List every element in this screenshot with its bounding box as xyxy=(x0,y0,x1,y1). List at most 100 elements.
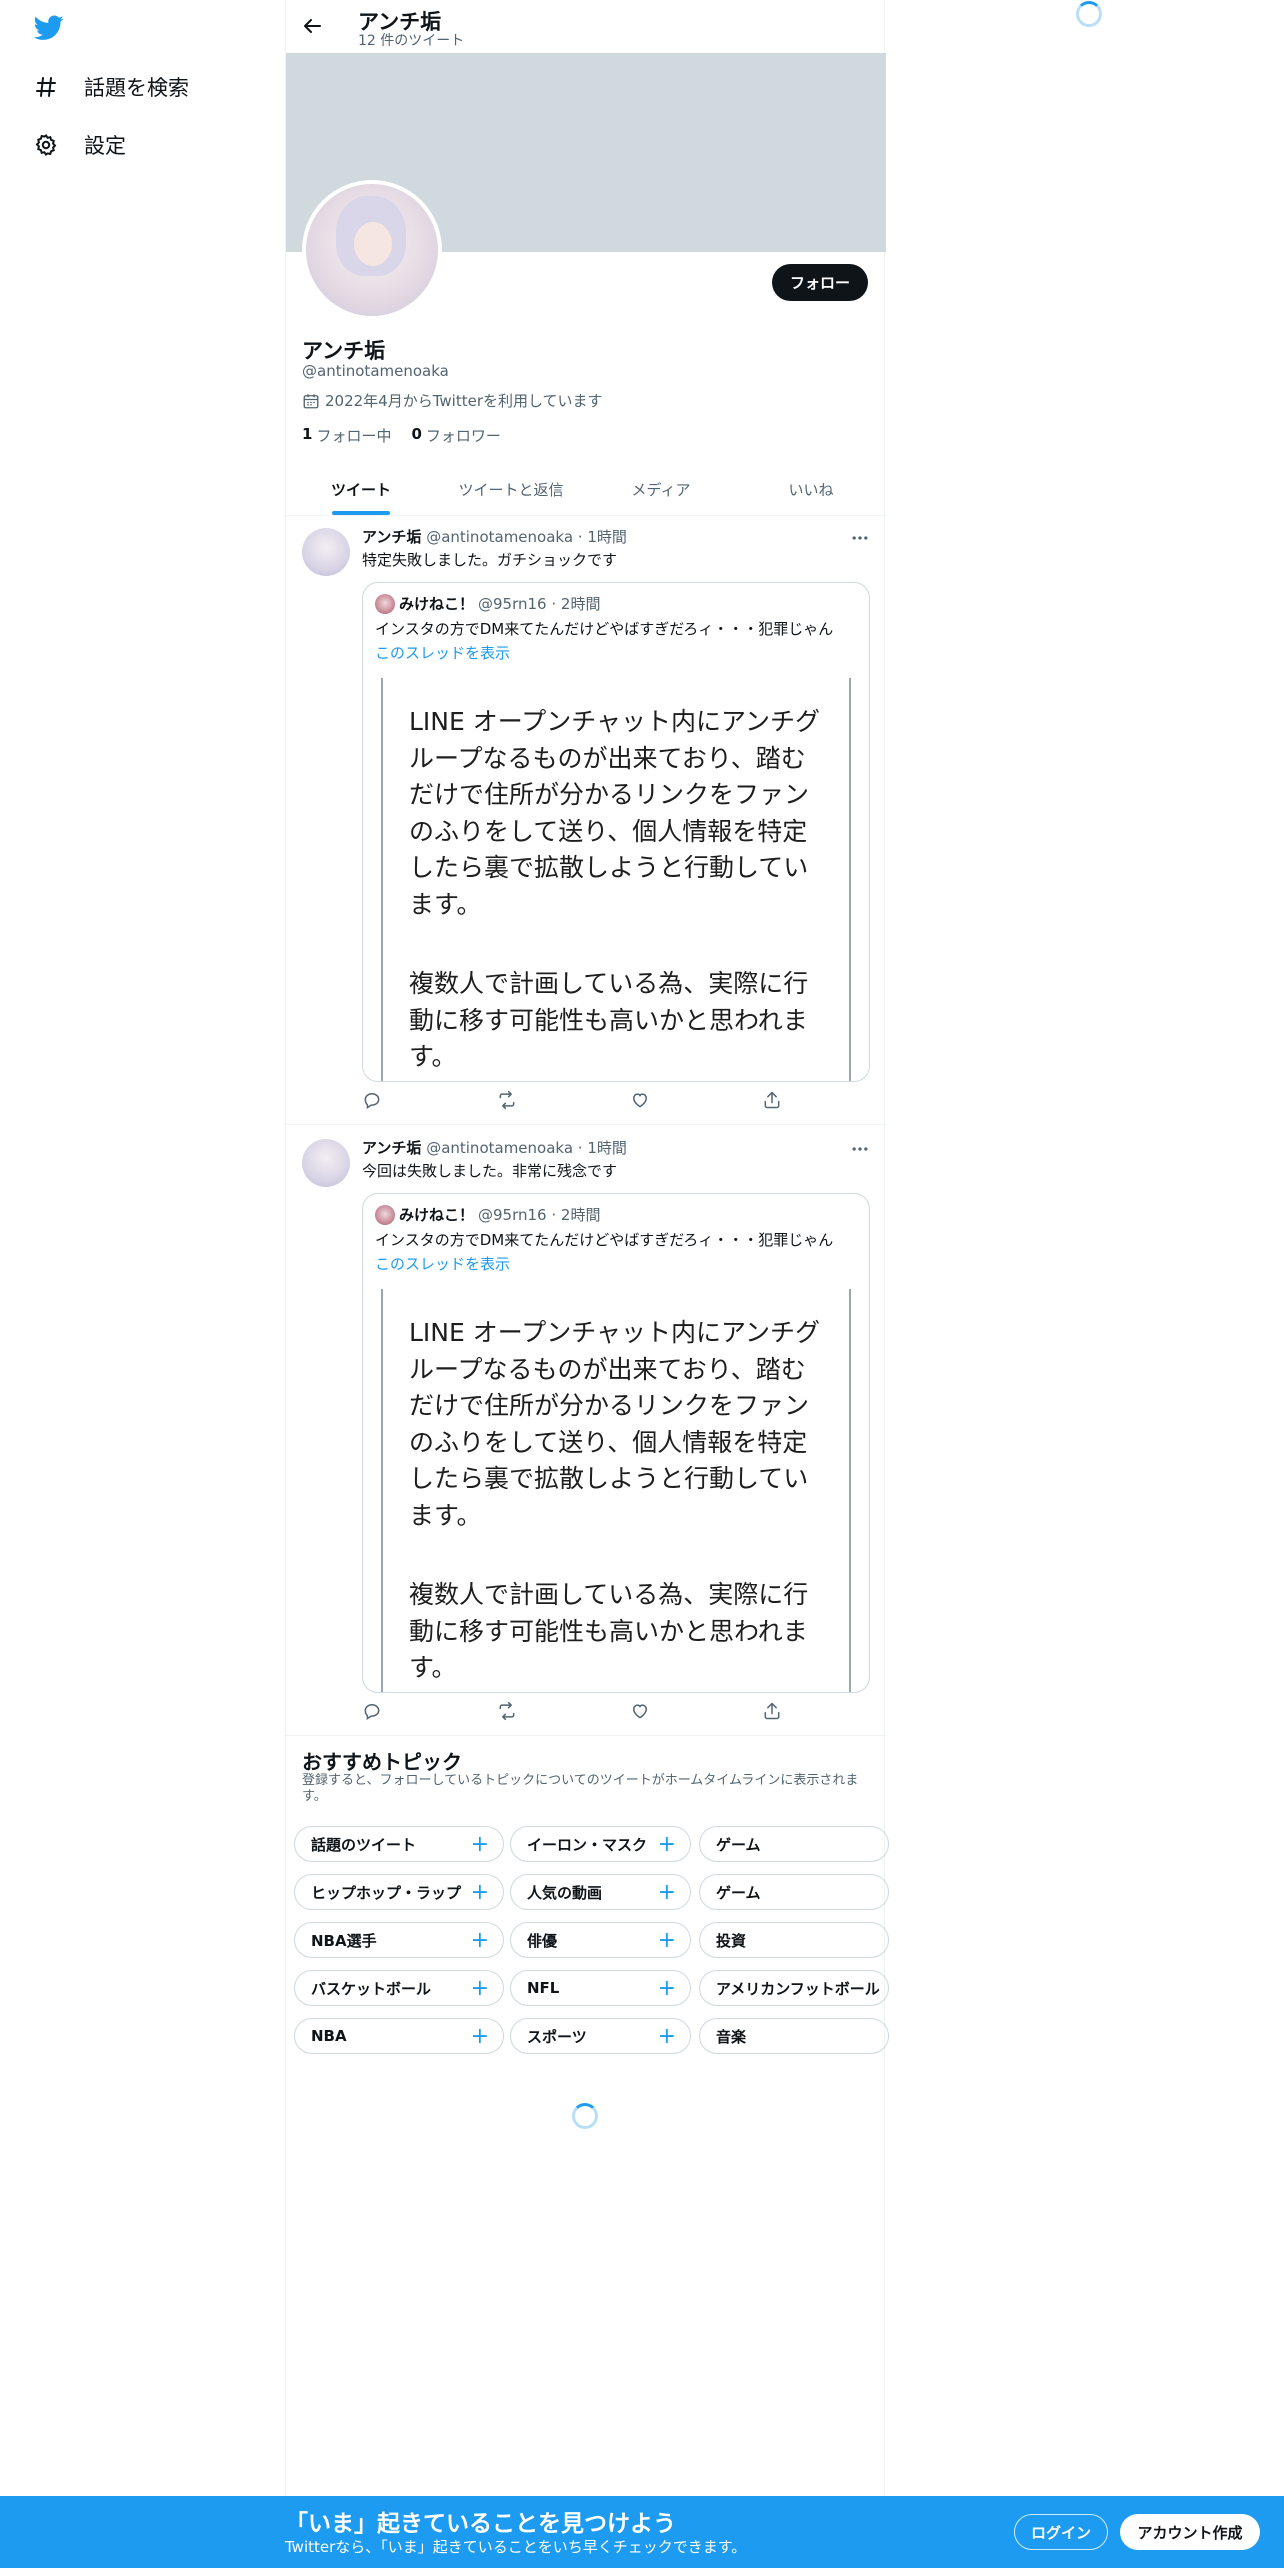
quoted-author-name: みけねこ！ xyxy=(399,1206,475,1224)
profile-tabs: ツイート ツイートと返信 メディア いいね xyxy=(286,463,886,516)
tweet[interactable]: アンチ垢 @antinotamenoaka · 1時間 今回は失敗しました。非常… xyxy=(286,1127,886,1736)
following-link[interactable]: 1 フォロー中 xyxy=(302,425,391,446)
following-label: フォロー中 xyxy=(316,427,392,445)
plus-icon[interactable]: + xyxy=(658,1832,676,1857)
tweet-author-name[interactable]: アンチ垢 xyxy=(362,1139,421,1157)
quoted-tweet-header: みけねこ！ @95rn16 · 2時間 xyxy=(375,1204,600,1225)
quoted-media-image[interactable]: LINE オープンチャット内にアンチグループなるものが出来ており、踏むだけで住所… xyxy=(381,678,851,1081)
following-count: 1 xyxy=(302,425,313,443)
topic-chip[interactable]: NBA選手 + xyxy=(294,1922,504,1958)
plus-icon[interactable]: + xyxy=(658,1880,676,1905)
tweet-count: 12 件のツイート xyxy=(358,33,465,49)
show-thread-link[interactable]: このスレッドを表示 xyxy=(375,642,510,663)
follow-button[interactable]: フォロー xyxy=(771,264,868,301)
topic-chip[interactable]: ゲーム xyxy=(699,1826,889,1862)
quoted-tweet-header: みけねこ！ @95rn16 · 2時間 xyxy=(375,593,600,614)
topic-chip[interactable]: ゲーム xyxy=(699,1874,889,1910)
profile-avatar[interactable] xyxy=(302,180,442,320)
tab-likes[interactable]: いいね xyxy=(736,463,886,515)
quoted-tweet[interactable]: みけねこ！ @95rn16 · 2時間 インスタの方でDM来てたんだけどやばすぎ… xyxy=(362,1193,870,1693)
profile-handle: @antinotamenoaka xyxy=(302,362,449,380)
tweet-avatar[interactable] xyxy=(302,528,350,576)
topic-chip-label: ヒップホップ・ラップ xyxy=(311,1883,462,1902)
topic-chip[interactable]: NFL + xyxy=(510,1970,691,2006)
tab-tweets[interactable]: ツイート xyxy=(286,463,436,515)
media-text-paragraph: 複数人で計画している為、実際に行動に移す可能性も高いかと思われます。 xyxy=(409,969,809,1071)
topic-chip-label: 音楽 xyxy=(716,2027,747,2046)
topic-chip-label: 話題のツイート xyxy=(311,1835,417,1854)
profile-joined: 2022年4月からTwitterを利用しています xyxy=(302,390,603,411)
quoted-meta: @95rn16 · 2時間 xyxy=(478,595,601,613)
topic-chip-label: イーロン・マスク xyxy=(527,1835,648,1854)
like-icon[interactable] xyxy=(630,1090,650,1110)
topic-chip-label: バスケットボール xyxy=(311,1979,432,1998)
follow-counts: 1 フォロー中 0 フォロワー xyxy=(302,425,521,446)
topic-chip[interactable]: バスケットボール + xyxy=(294,1970,504,2006)
loading-spinner xyxy=(572,2103,598,2129)
tweet[interactable]: アンチ垢 @antinotamenoaka · 1時間 特定失敗しました。ガチシ… xyxy=(286,516,886,1125)
topic-chip[interactable]: 投資 xyxy=(699,1922,889,1958)
plus-icon[interactable]: + xyxy=(658,1976,676,2001)
plus-icon[interactable]: + xyxy=(658,2024,676,2049)
tweet-author-name[interactable]: アンチ垢 xyxy=(362,528,421,546)
plus-icon[interactable]: + xyxy=(471,2024,489,2049)
followers-link[interactable]: 0 フォロワー xyxy=(411,425,500,446)
topic-chip[interactable]: NBA + xyxy=(294,2018,504,2054)
back-arrow-icon[interactable] xyxy=(300,14,324,38)
plus-icon[interactable]: + xyxy=(471,1832,489,1857)
tweet-text: 特定失敗しました。ガチショックです xyxy=(362,551,618,569)
plus-icon[interactable]: + xyxy=(471,1976,489,2001)
retweet-icon[interactable] xyxy=(497,1701,517,1721)
plus-icon[interactable]: + xyxy=(471,1928,489,1953)
more-icon[interactable] xyxy=(850,1139,870,1159)
share-icon[interactable] xyxy=(762,1090,782,1110)
tweet-meta: @antinotamenoaka · 1時間 xyxy=(426,528,627,546)
plus-icon[interactable]: + xyxy=(658,1928,676,1953)
twitter-logo-icon[interactable] xyxy=(34,15,64,41)
signup-prompt-bar: 「いま」起きていることを見つけよう Twitterなら、「いま」起きていることを… xyxy=(0,2496,1284,2568)
tab-tweets-replies[interactable]: ツイートと返信 xyxy=(436,463,586,515)
topic-chip-label: NBA xyxy=(311,2027,347,2045)
tab-media[interactable]: メディア xyxy=(586,463,736,515)
signup-button[interactable]: アカウント作成 xyxy=(1120,2514,1260,2550)
plus-icon[interactable]: + xyxy=(471,1880,489,1905)
signup-prompt-title: 「いま」起きていることを見つけよう xyxy=(285,2511,676,2537)
topic-chip[interactable]: アメリカンフットボール xyxy=(699,1970,889,2006)
topic-chip-label: 俳優 xyxy=(527,1931,558,1950)
quoted-tweet[interactable]: みけねこ！ @95rn16 · 2時間 インスタの方でDM来てたんだけどやばすぎ… xyxy=(362,582,870,1082)
followers-count: 0 xyxy=(411,425,422,443)
topic-chip[interactable]: 音楽 xyxy=(699,2018,889,2054)
reply-icon[interactable] xyxy=(362,1701,382,1721)
media-text-paragraph: 複数人で計画している為、実際に行動に移す可能性も高いかと思われます。 xyxy=(409,1580,809,1682)
quoted-text: インスタの方でDM来てたんだけどやばすぎだろィ・・・犯罪じゃん xyxy=(375,620,834,638)
share-icon[interactable] xyxy=(762,1701,782,1721)
topic-chip-label: 投資 xyxy=(716,1931,747,1950)
like-icon[interactable] xyxy=(630,1701,650,1721)
main-column: アンチ垢 12 件のツイート フォロー アンチ垢 @antinotamenoak… xyxy=(285,0,889,2568)
topic-chip[interactable]: 人気の動画 + xyxy=(510,1874,691,1910)
more-icon[interactable] xyxy=(850,528,870,548)
topic-chip[interactable]: スポーツ + xyxy=(510,2018,691,2054)
tweet-avatar[interactable] xyxy=(302,1139,350,1187)
quoted-media-image[interactable]: LINE オープンチャット内にアンチグループなるものが出来ており、踏むだけで住所… xyxy=(381,1289,851,1692)
quoted-text: インスタの方でDM来てたんだけどやばすぎだろィ・・・犯罪じゃん xyxy=(375,1231,834,1249)
reply-icon[interactable] xyxy=(362,1090,382,1110)
tweet-actions xyxy=(362,1090,782,1114)
retweet-icon[interactable] xyxy=(497,1090,517,1110)
nav-settings[interactable]: 設定 xyxy=(34,130,126,160)
topic-chip[interactable]: 俳優 + xyxy=(510,1922,691,1958)
topic-chip-label: スポーツ xyxy=(527,2027,587,2046)
media-text-paragraph: LINE オープンチャット内にアンチグループなるものが出来ており、踏むだけで住所… xyxy=(409,707,820,919)
tweet-header: アンチ垢 @antinotamenoaka · 1時間 xyxy=(362,1137,627,1158)
quoted-meta: @95rn16 · 2時間 xyxy=(478,1206,601,1224)
calendar-icon xyxy=(302,392,320,410)
topic-chip[interactable]: 話題のツイート + xyxy=(294,1826,504,1862)
show-thread-link[interactable]: このスレッドを表示 xyxy=(375,1253,510,1274)
topic-chip[interactable]: ヒップホップ・ラップ + xyxy=(294,1874,504,1910)
nav-explore[interactable]: 話題を検索 xyxy=(34,72,189,102)
topics-title: おすすめトピック xyxy=(302,1750,462,1774)
login-button[interactable]: ログイン xyxy=(1014,2514,1108,2550)
topic-chip-label: ゲーム xyxy=(716,1883,761,1902)
topic-chip[interactable]: イーロン・マスク + xyxy=(510,1826,691,1862)
quoted-author-name: みけねこ！ xyxy=(399,595,475,613)
